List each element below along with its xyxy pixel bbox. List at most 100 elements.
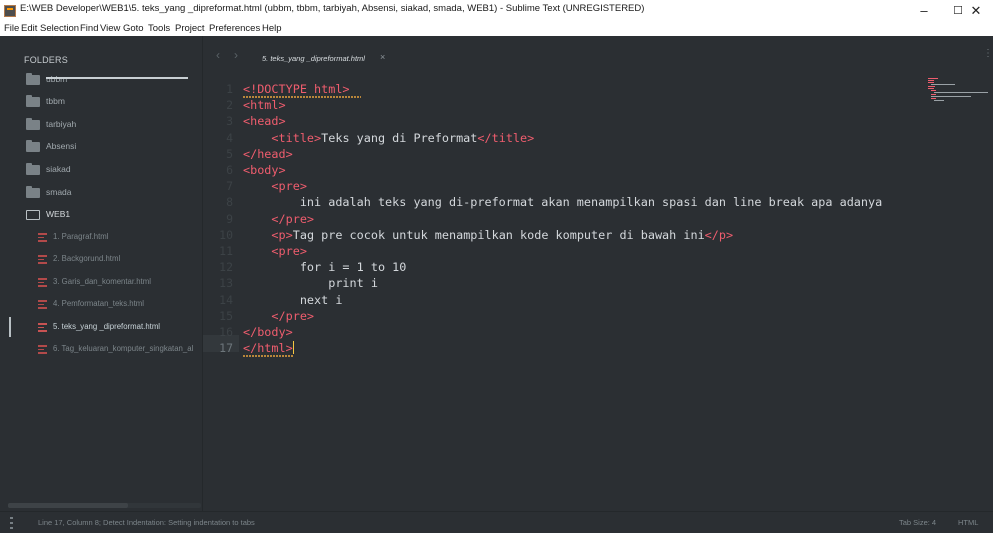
html-tag-token: </title> (477, 130, 535, 145)
file-item-pemformatan[interactable]: 4. Pemformatan_teks.html (0, 294, 203, 316)
html-tag-token: </html> (243, 341, 293, 356)
folder-icon (26, 118, 40, 130)
file-item-tag-keluaran[interactable]: 6. Tag_keluaran_komputer_singkatan_al (0, 339, 203, 361)
folder-label: smada (46, 187, 72, 197)
syntax-selector[interactable]: HTML (958, 518, 978, 527)
html-tag-token: <html> (243, 98, 286, 113)
folder-icon (26, 95, 40, 107)
text-token: print i (243, 276, 378, 291)
close-button[interactable]: ✕ (959, 0, 993, 22)
line-number: 15 (219, 308, 233, 323)
sidebar-scrollbar[interactable] (8, 503, 128, 508)
line-number: 11 (219, 244, 233, 258)
line-number: 8 (226, 195, 233, 210)
line-number: 3 (226, 114, 233, 129)
code-line: </pre> (243, 309, 314, 325)
file-item-paragraf[interactable]: 1. Paragraf.html (0, 227, 203, 249)
status-message: Line 17, Column 8; Detect Indentation: S… (38, 518, 255, 527)
window-title: E:\WEB Developer\WEB1\5. teks_yang _dipr… (20, 3, 645, 14)
sublime-app-icon (4, 5, 16, 17)
html-tag-token: <body> (243, 163, 286, 177)
menu-find[interactable]: Find (80, 22, 98, 36)
code-line: ini adalah teks yang di-preformat akan m… (243, 195, 882, 211)
html-file-icon (38, 278, 47, 287)
code-line: <pre> (243, 179, 307, 195)
code-line: </body> (243, 325, 293, 341)
html-tag-token: <!DOCTYPE html> (243, 82, 350, 96)
html-tag-token: <pre> (271, 179, 307, 194)
code-line: next i (243, 293, 343, 309)
html-file-icon (38, 323, 47, 332)
tab-close-icon[interactable]: × (380, 52, 385, 62)
menu-goto[interactable]: Goto (123, 22, 144, 36)
folder-tbbm[interactable]: tbbm (0, 91, 203, 113)
minimap[interactable] (928, 76, 988, 106)
folder-web1[interactable]: WEB1 (0, 204, 203, 226)
folder-icon (26, 73, 40, 85)
menu-bar: File Edit Selection Find View Goto Tools… (0, 22, 993, 36)
code-line: print i (243, 276, 378, 292)
tab-active-file[interactable]: 5. teks_yang _dipreformat.html × (241, 39, 391, 79)
menu-file[interactable]: File (4, 22, 19, 36)
html-tag-token: <pre> (271, 244, 307, 258)
file-label: 2. Backgorund.html (53, 254, 121, 263)
menu-view[interactable]: View (100, 22, 120, 36)
html-file-icon (38, 345, 47, 354)
menu-help[interactable]: Help (262, 22, 282, 36)
code-line: <body> (243, 163, 286, 179)
folder-label: siakad (46, 164, 71, 174)
folder-ubbm[interactable]: ubbm (0, 69, 203, 91)
line-number: 9 (226, 211, 233, 226)
tab-prev-arrow-icon[interactable]: ‹ (216, 48, 220, 62)
text-token: ini adalah teks yang di-preformat akan m… (243, 195, 883, 210)
file-label: 3. Garis_dan_komentar.html (53, 277, 151, 286)
html-file-icon (38, 300, 47, 309)
line-number: 14 (219, 292, 233, 307)
minimize-button[interactable]: – (907, 0, 941, 22)
code-line: </pre> (243, 212, 314, 228)
open-folder-icon (26, 210, 40, 220)
text-token: Tag pre cocok untuk menampilkan kode kom… (292, 227, 705, 242)
line-number-gutter: 1 2 3 4 5 6 7 8 9 10 11 12 13 14 15 16 17 (203, 82, 243, 502)
code-line: <p>Tag pre cocok untuk menampilkan kode … (243, 228, 733, 244)
html-tag-token: </pre> (271, 211, 315, 226)
menu-edit[interactable]: Edit (21, 22, 37, 36)
file-item-garis[interactable]: 3. Garis_dan_komentar.html (0, 272, 203, 294)
tab-next-arrow-icon[interactable]: › (234, 48, 238, 62)
menu-preferences[interactable]: Preferences (209, 22, 260, 36)
code-editor[interactable]: <!DOCTYPE html> <html> <head> <title>Teks … (243, 82, 923, 502)
file-item-background[interactable]: 2. Backgorund.html (0, 249, 203, 271)
text-cursor (292, 341, 294, 355)
folder-siakad[interactable]: siakad (0, 159, 203, 181)
folder-icon (26, 163, 40, 175)
code-line: </head> (243, 147, 293, 163)
status-bar: Line 17, Column 8; Detect Indentation: S… (0, 511, 993, 533)
folder-icon (26, 186, 40, 198)
html-file-icon (38, 255, 47, 264)
more-options-icon[interactable]: ⋮ (983, 48, 993, 59)
folder-smada[interactable]: smada (0, 182, 203, 204)
menu-selection[interactable]: Selection (40, 22, 79, 36)
status-menu-icon[interactable] (10, 517, 13, 529)
html-tag-token: <head> (243, 114, 286, 129)
code-line: for i = 1 to 10 (243, 260, 407, 276)
tab-bar: ‹ › 5. teks_yang _dipreformat.html × ⋮ (203, 36, 993, 79)
menu-tools[interactable]: Tools (148, 22, 170, 36)
menu-project[interactable]: Project (175, 22, 205, 36)
folder-label: Absensi (46, 141, 77, 151)
tab-size-selector[interactable]: Tab Size: 4 (899, 518, 936, 527)
html-file-icon (38, 233, 47, 242)
file-label: 4. Pemformatan_teks.html (53, 299, 145, 308)
folder-absensi[interactable]: Absensi (0, 136, 203, 158)
folder-label: ubbm (46, 74, 68, 84)
html-tag-token: </pre> (271, 308, 315, 323)
file-item-preformat-active[interactable]: 5. teks_yang _dipreformat.html (0, 317, 203, 339)
code-line: <html> (243, 98, 286, 114)
folder-tarbiyah[interactable]: tarbiyah (0, 114, 203, 136)
